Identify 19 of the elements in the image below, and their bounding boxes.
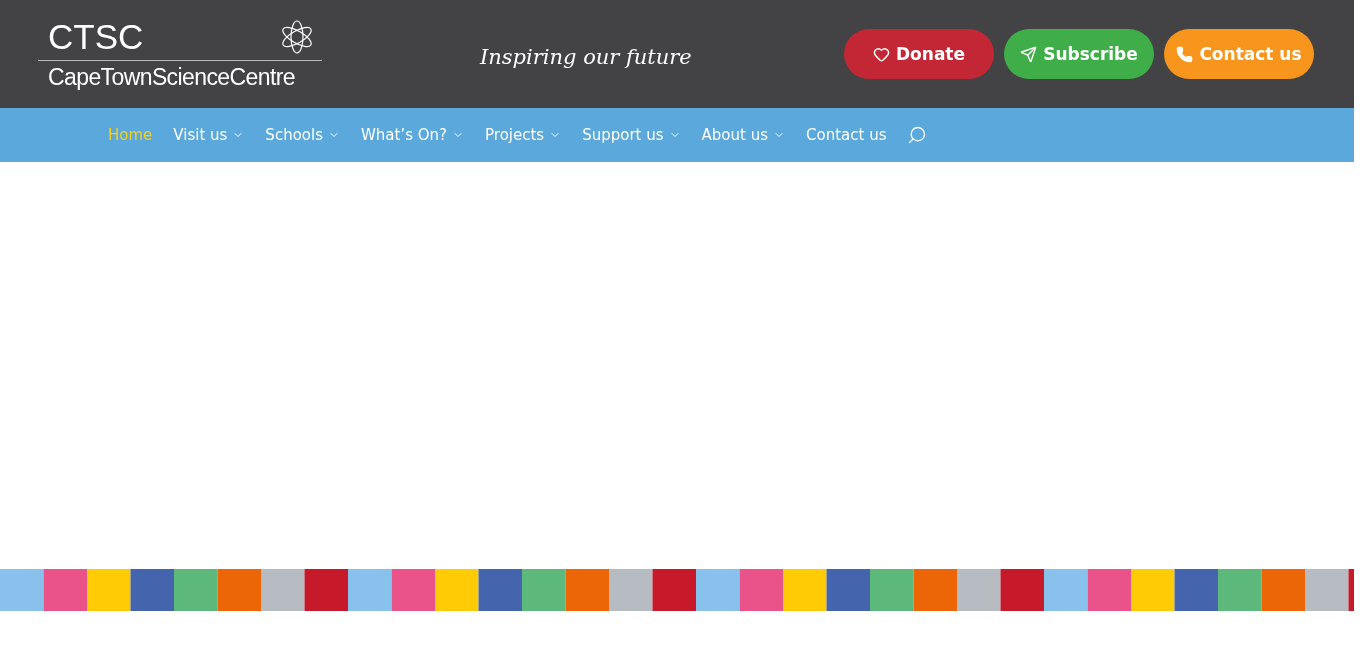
paper-plane-icon [1020, 45, 1038, 63]
nav-link[interactable]: Contact us [806, 126, 887, 144]
subscribe-button[interactable]: Subscribe [1004, 29, 1154, 79]
nav-link[interactable]: About us [701, 126, 785, 144]
atom-icon [280, 18, 314, 55]
logo-acronym: CTSC [48, 17, 144, 56]
logo-name: CapeTownScienceCentre [47, 63, 296, 91]
nav-link[interactable]: Home [108, 126, 153, 144]
donate-button[interactable]: Donate [844, 29, 994, 79]
tagline: Inspiring our future [480, 45, 692, 69]
nav-link[interactable]: Projects [485, 126, 562, 144]
heart-icon [873, 45, 890, 63]
nav-link[interactable]: What’s On? [361, 126, 465, 144]
nav-link[interactable]: Support us [582, 126, 681, 144]
search-icon[interactable] [907, 125, 928, 145]
nav-link[interactable]: Schools [265, 126, 340, 144]
phone-icon [1176, 45, 1194, 63]
nav-link[interactable]: Visit us [173, 126, 245, 144]
contact-button[interactable]: Contact us [1164, 29, 1314, 79]
